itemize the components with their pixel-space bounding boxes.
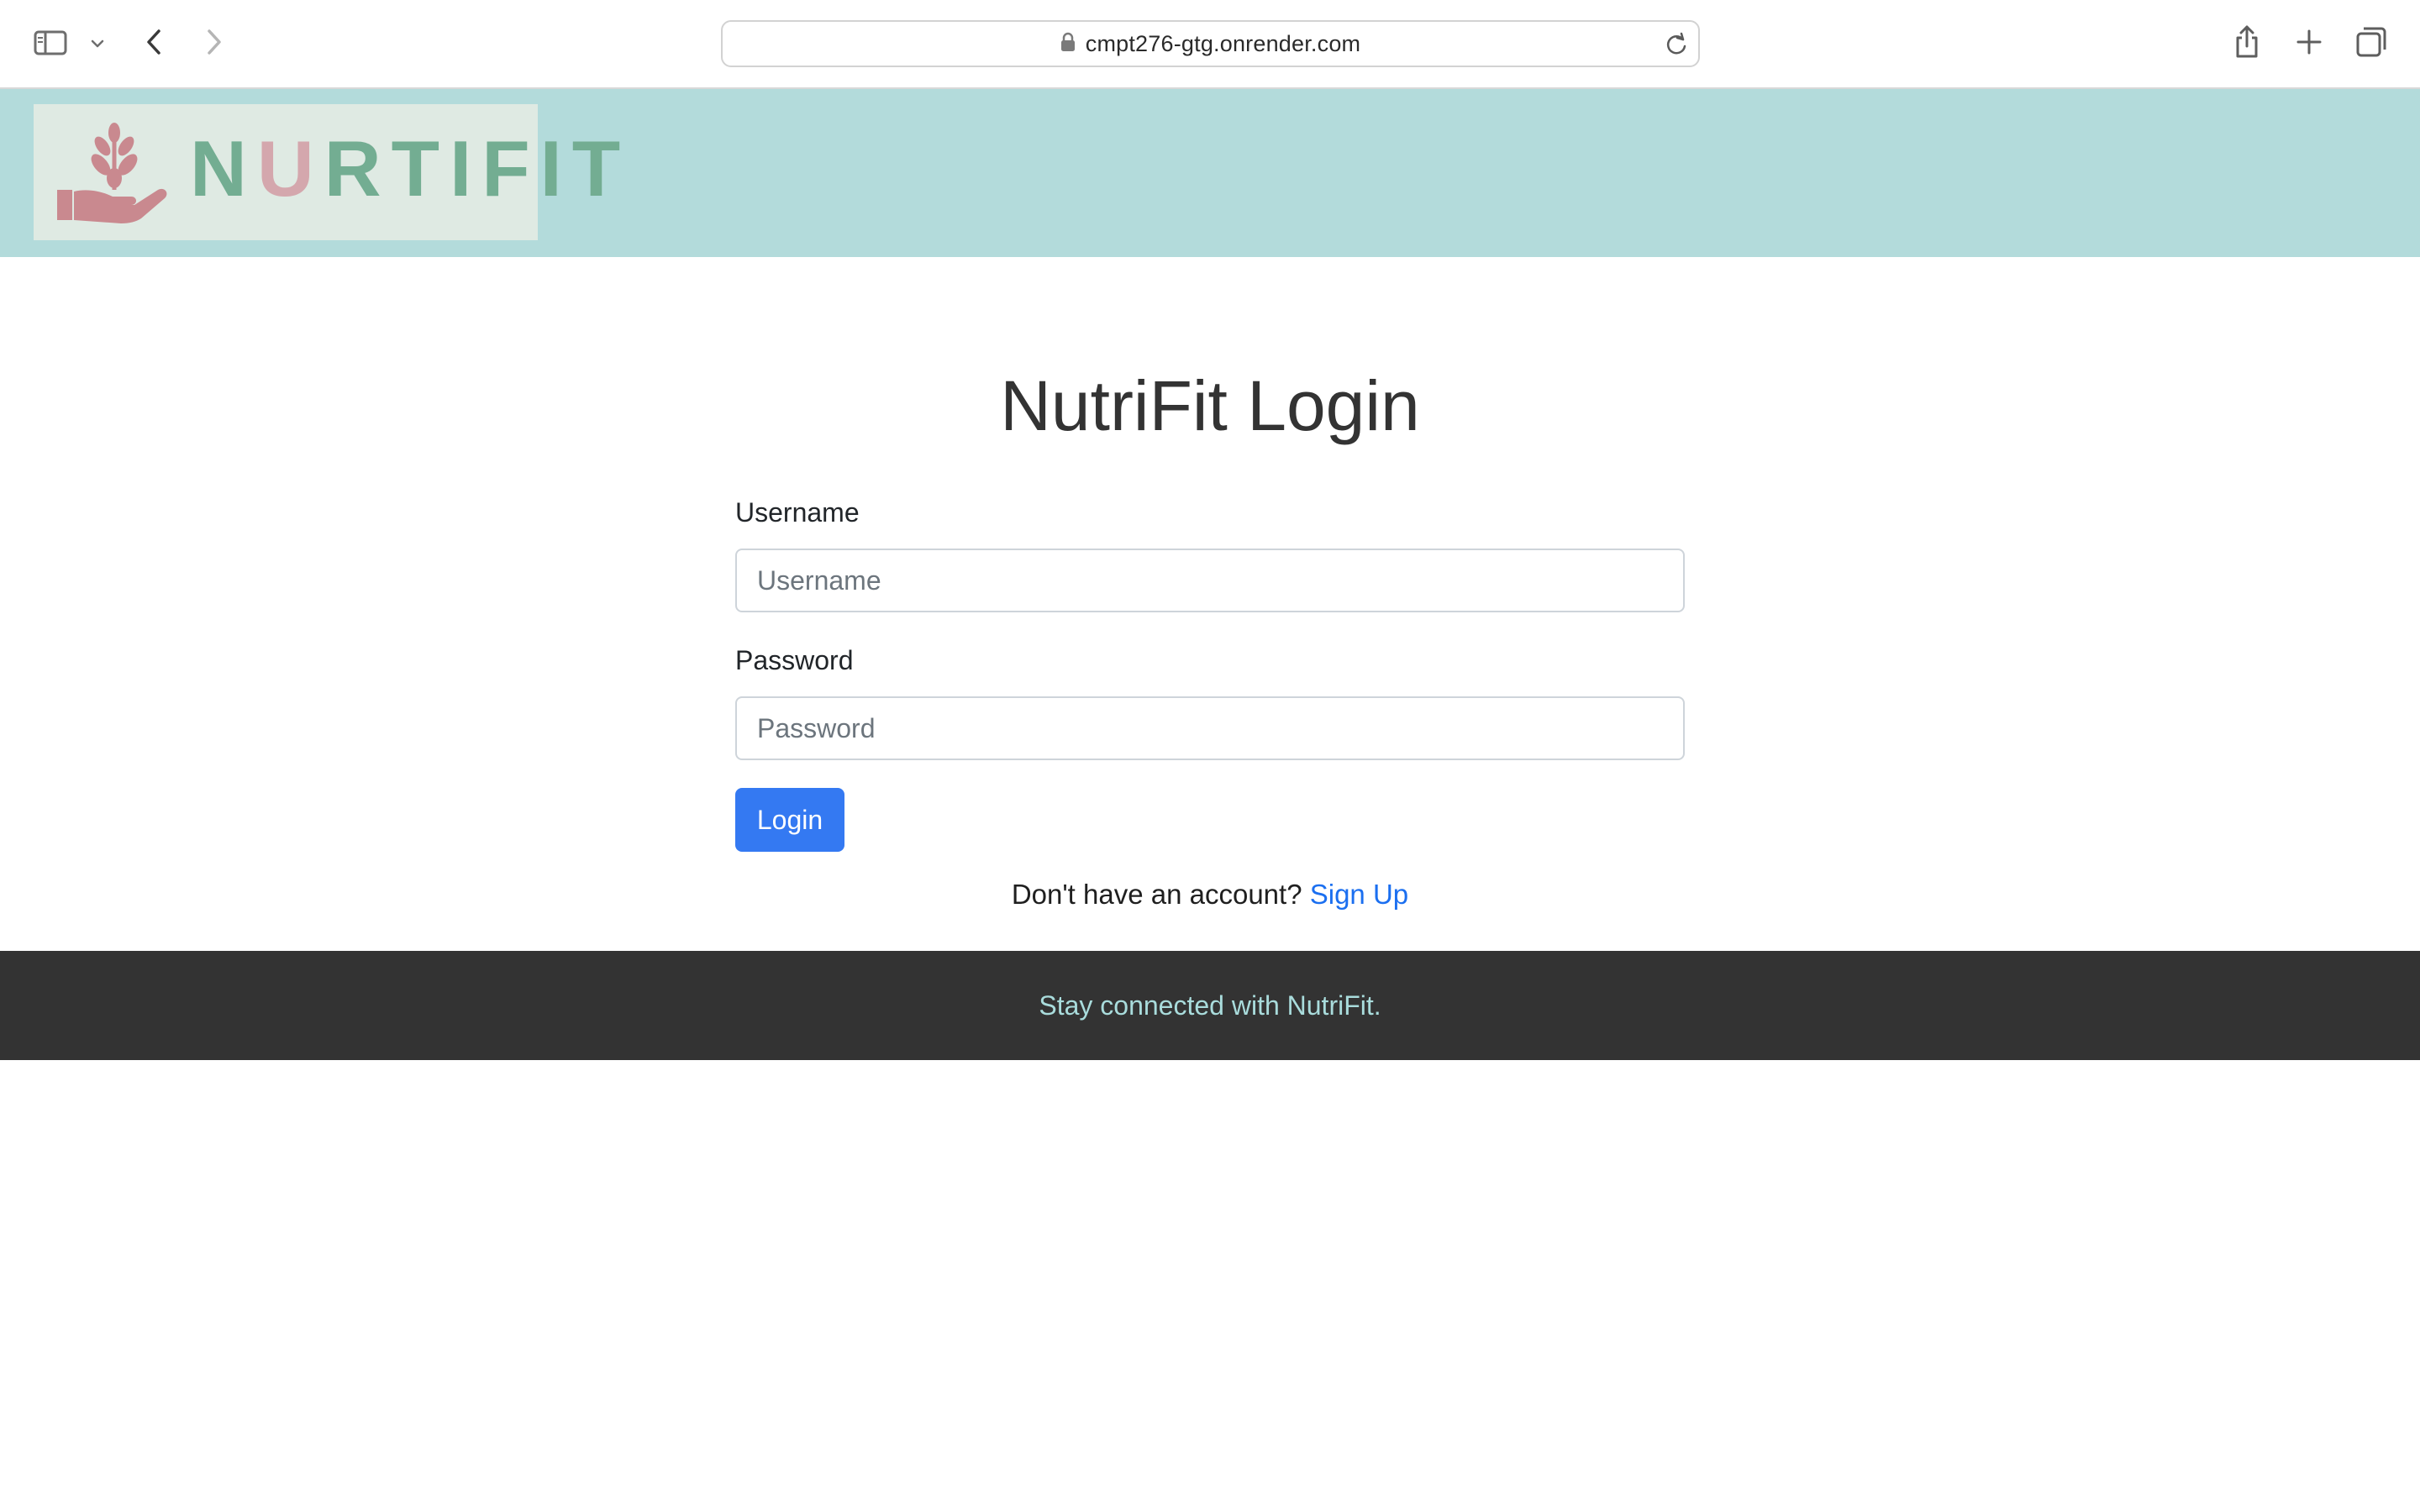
password-input[interactable] [735,696,1685,760]
plus-icon[interactable] [2294,27,2324,57]
logo-wordmark-u: U [256,124,324,213]
address-bar[interactable]: cmpt276-gtg.onrender.com [721,20,1700,67]
password-label: Password [735,645,854,675]
tab-overview-icon[interactable] [2354,25,2388,59]
signup-prompt-text: Don't have an account? [1011,879,1310,910]
username-label: Username [735,497,860,528]
browser-toolbar: cmpt276-gtg.onrender.com [0,0,2420,89]
lock-icon [1060,32,1076,56]
hand-wheat-icon [57,123,167,223]
site-header: NURTIFIT [0,89,2420,257]
url-text[interactable]: cmpt276-gtg.onrender.com [1086,31,1360,57]
signup-prompt: Don't have an account? Sign Up [0,879,2420,911]
logo[interactable]: NURTIFIT [34,104,620,240]
page-title: NutriFit Login [1000,366,1420,445]
reload-icon[interactable] [1663,31,1690,58]
logo-wordmark-rest: RTIFIT [324,124,631,213]
footer-text: Stay connected with NutriFit. [1039,990,1381,1021]
chevron-right-icon[interactable] [200,25,229,59]
logo-wordmark-n: N [190,124,257,213]
username-input[interactable] [735,549,1685,612]
sidebar-icon[interactable] [32,29,69,57]
site-footer: Stay connected with NutriFit. [0,951,2420,1060]
chevron-down-icon[interactable] [87,34,108,54]
logo-wordmark: NURTIFIT [190,129,630,208]
chevron-left-icon[interactable] [139,25,168,59]
login-form: Username Password Login [735,496,1685,852]
share-icon[interactable] [2232,24,2262,60]
login-button[interactable]: Login [735,788,844,852]
signup-link[interactable]: Sign Up [1310,879,1408,910]
